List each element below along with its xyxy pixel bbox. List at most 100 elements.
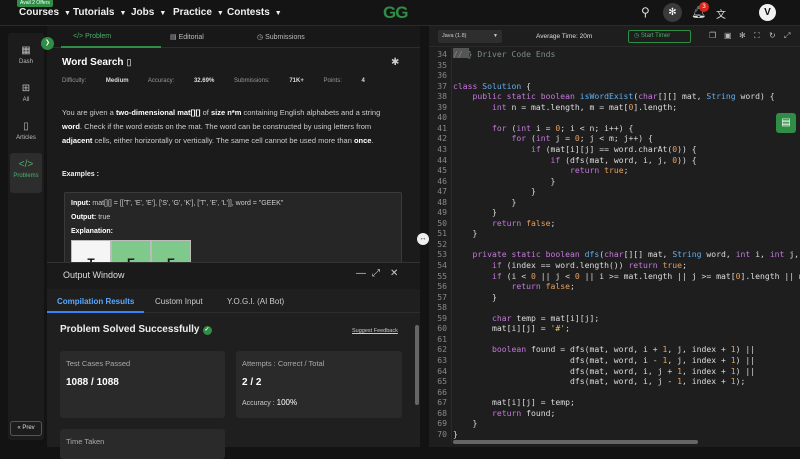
gear-icon[interactable]: ✻: [739, 31, 746, 40]
output-window: Output Window — ⤢ ✕ Compilation Results …: [47, 262, 420, 459]
line-number: 61: [437, 333, 447, 344]
active-tab-indicator: [61, 46, 161, 48]
nav-tutorials[interactable]: Tutorials ▼: [73, 7, 126, 18]
line-number: 70: [437, 428, 447, 439]
gfg-logo[interactable]: GG: [383, 3, 408, 23]
left-sidebar: ▦ Dash ⊞ All ▯ Articles </> Problems « Prev: [8, 33, 44, 440]
book-icon: ▯: [23, 121, 29, 132]
code-line: private static boolean dfs(char[][] mat,…: [472, 249, 800, 260]
play-icon: ❯: [44, 40, 51, 46]
line-number: 46: [437, 175, 447, 186]
code-area[interactable]: 34 // } Driver Code Ends 35 36 37 class Solut…: [429, 48, 800, 443]
sidebar-item-dash[interactable]: ▦ Dash: [10, 39, 42, 75]
problem-meta: Difficulty: Medium Accuracy: 32.69% Subm…: [62, 78, 365, 84]
fullscreen-icon[interactable]: ⛶: [754, 31, 760, 41]
chevron-down-icon: ▼: [493, 33, 498, 39]
language-select[interactable]: Java (1.8) ▼: [438, 30, 502, 43]
example-explanation: Explanation:: [71, 228, 114, 235]
start-timer-button[interactable]: ◷ Start Timer: [628, 30, 691, 43]
sidebar-item-problems[interactable]: </> Problems: [10, 153, 42, 193]
code-line: return false;: [491, 217, 556, 228]
resize-handle[interactable]: ↔: [417, 233, 429, 245]
chevron-down-icon: ▼: [64, 10, 71, 17]
active-tab-indicator: [47, 311, 144, 313]
code-icon: </>: [18, 159, 34, 170]
prev-button[interactable]: « Prev: [10, 421, 42, 436]
line-number: 68: [437, 407, 447, 418]
line-number: 45: [437, 165, 447, 176]
search-icon[interactable]: ⚲: [641, 5, 650, 19]
reset-icon[interactable]: ↻: [769, 31, 776, 40]
code-line: for (int i = 0; i < n; i++) {: [491, 122, 634, 133]
code-line: class Solution {: [453, 80, 531, 91]
tab-custom-input[interactable]: Custom Input: [155, 297, 203, 306]
minimize-icon[interactable]: —: [356, 268, 366, 279]
line-number: 41: [437, 122, 447, 133]
code-line: }: [453, 228, 478, 239]
output-header: Output Window — ⤢ ✕: [47, 263, 420, 289]
editor-toolbar: Java (1.8) ▼ Average Time: 20m ◷ Start Ti…: [429, 26, 800, 47]
line-number: 63: [437, 354, 447, 365]
code-line: dfs(mat, word, i - 1, j, index + 1) ||: [453, 354, 756, 365]
line-number: 55: [437, 270, 447, 281]
examples-heading: Examples :: [62, 171, 99, 178]
close-icon[interactable]: ✕: [390, 268, 398, 279]
avatar[interactable]: V: [759, 4, 776, 21]
offer-badge[interactable]: Avail 2 Offers: [17, 0, 53, 7]
nav-contests[interactable]: Contests ▼: [227, 7, 282, 18]
bug-icon[interactable]: ✱: [391, 57, 399, 68]
translate-icon[interactable]: 文: [716, 6, 726, 21]
nav-practice[interactable]: Practice ▼: [173, 7, 224, 18]
line-number: 67: [437, 397, 447, 408]
average-time: Average Time: 20m: [536, 33, 593, 40]
example-output: Output: true: [71, 214, 111, 221]
chat-icon: ▤: [781, 117, 791, 128]
code-line: for (int j = 0; j < m; j++) {: [511, 133, 653, 144]
line-number: 44: [437, 154, 447, 165]
tab-compilation-results[interactable]: Compilation Results: [57, 297, 134, 306]
sidebar-item-all[interactable]: ⊞ All: [10, 77, 42, 113]
expand-button[interactable]: ❯: [41, 37, 54, 50]
line-number: 40: [437, 112, 447, 123]
suggest-feedback-link[interactable]: Suggest Feedback: [352, 328, 398, 334]
code-line: public static boolean isWordExist(char[]…: [472, 91, 775, 102]
editor-horizontal-scrollbar[interactable]: [453, 440, 698, 444]
line-number: 34: [437, 49, 447, 59]
tab-submissions[interactable]: ◷ Submissions: [257, 33, 305, 41]
code-line: if (index == word.length()) return true;: [491, 260, 687, 270]
copy-icon[interactable]: ❐: [709, 31, 716, 40]
output-title: Output Window: [63, 270, 125, 280]
code-line: return true;: [569, 165, 629, 176]
gear-icon: ✻: [668, 7, 677, 18]
tab-yogi-bot[interactable]: Y.O.G.I. (AI Bot): [227, 297, 284, 306]
nav-jobs[interactable]: Jobs ▼: [131, 7, 166, 18]
line-number: 57: [437, 291, 447, 302]
check-circle-icon: ✓: [202, 326, 212, 335]
output-scrollbar[interactable]: [415, 325, 419, 405]
tab-problem[interactable]: </> Problem: [73, 33, 111, 40]
problem-tabs: </> Problem ▤ Editorial ◷ Submissions: [47, 26, 420, 48]
status-message: Problem Solved Successfully ✓: [60, 324, 212, 335]
tab-editorial[interactable]: ▤ Editorial: [170, 33, 204, 41]
code-line: dfs(mat, word, i, j - 1, index + 1);: [453, 376, 746, 387]
code-line: }: [453, 418, 478, 429]
chevron-down-icon: ▼: [159, 10, 167, 17]
drag-arrows-icon: ↔: [419, 235, 427, 242]
code-line: mat[i][j] = '#';: [453, 323, 570, 334]
code-line: }: [453, 428, 458, 439]
line-number: 54: [437, 260, 447, 270]
nav-courses[interactable]: Courses ▼: [19, 7, 71, 18]
example-box: Input: mat[][] = [['T', 'E', 'E'], ['S',…: [64, 192, 402, 273]
settings-button[interactable]: ✻: [663, 3, 682, 22]
sidebar-item-articles[interactable]: ▯ Articles: [10, 115, 42, 151]
bookmark-icon[interactable]: ▯: [127, 57, 132, 67]
save-icon[interactable]: ▣: [724, 31, 732, 40]
maximize-icon[interactable]: ⤢: [372, 268, 380, 279]
expand-icon[interactable]: ⤢: [784, 31, 790, 41]
line-number: 42: [437, 133, 447, 144]
line-number: 48: [437, 196, 447, 207]
problem-description: You are given a two-dimensional mat[][] …: [62, 108, 381, 145]
line-number: 51: [437, 228, 447, 239]
code-line: if (mat[i][j] == word.charAt(0)) {: [530, 143, 697, 154]
chat-button[interactable]: ▤: [776, 113, 796, 133]
